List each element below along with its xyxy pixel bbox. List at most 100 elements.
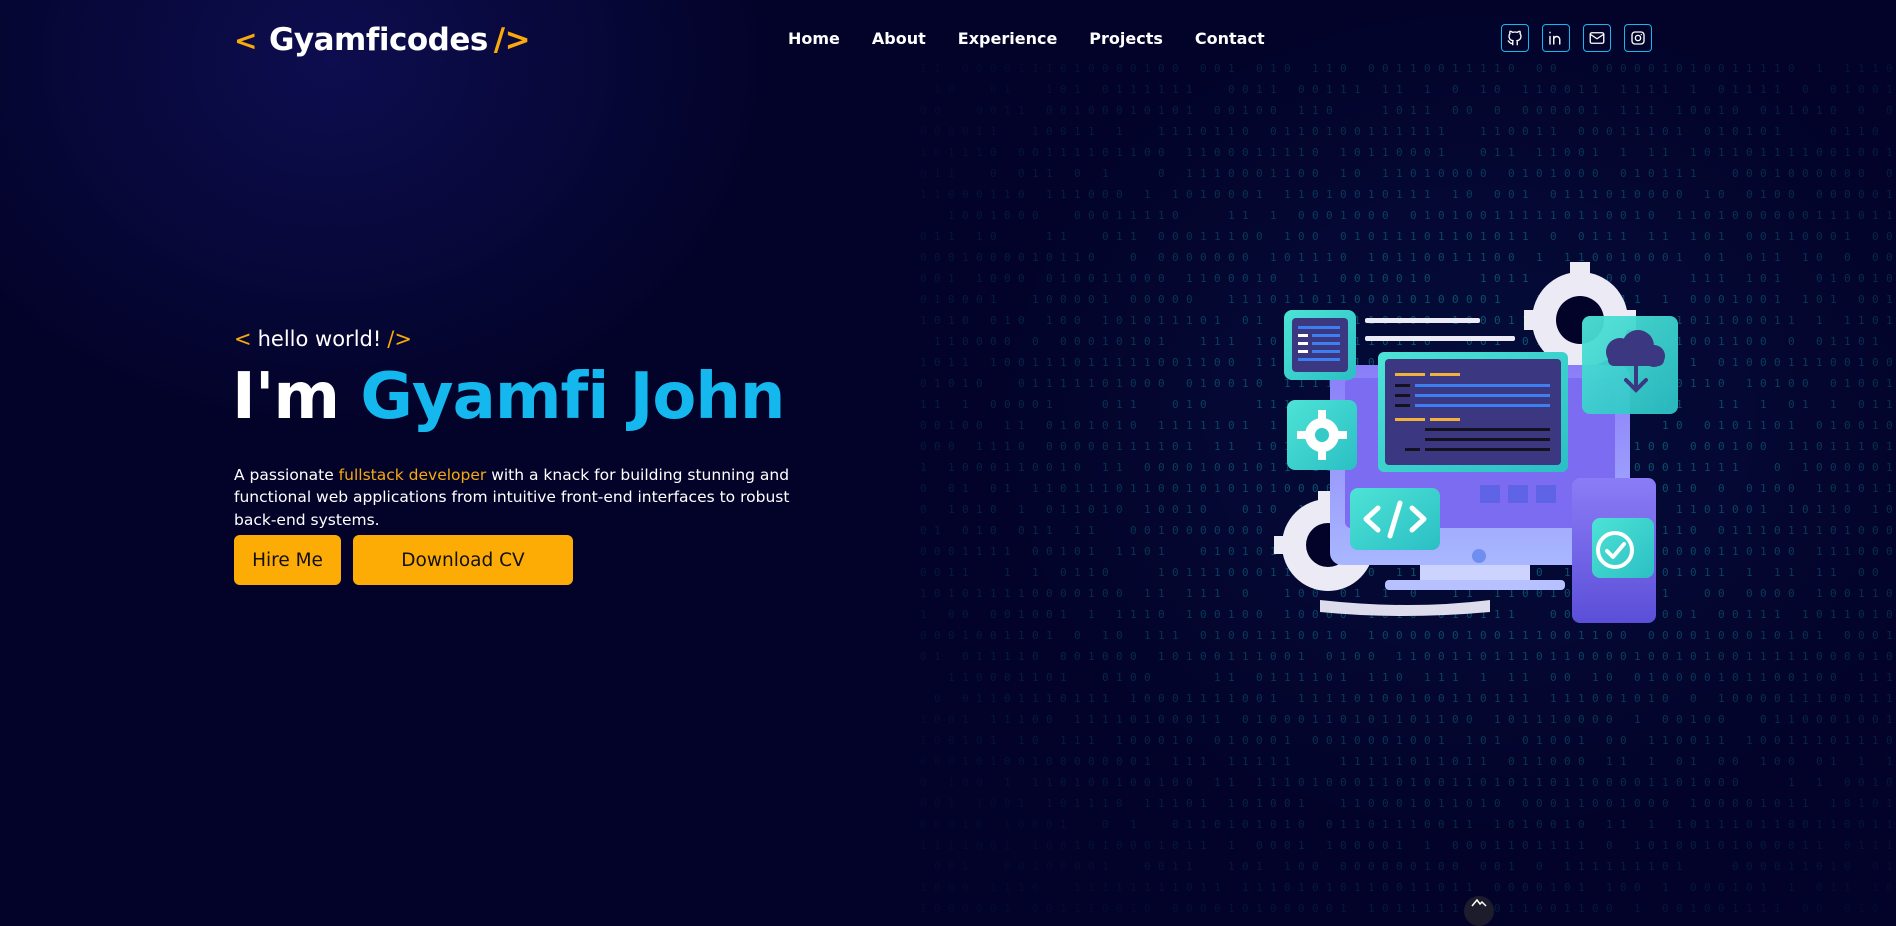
binary-digit: 1 [1536,755,1543,768]
binary-digit: 0 [1396,881,1403,894]
binary-digit: 0 [1508,755,1515,768]
binary-digit: 1 [1718,251,1725,264]
binary-digit: 0 [1256,167,1263,180]
binary-digit: 0 [1886,776,1893,789]
binary-digit: 1 [1788,566,1795,579]
binary-digit: 0 [1172,209,1179,222]
binary-digit: 0 [1774,356,1781,369]
binary-digit: 1 [1872,419,1879,432]
binary-digit: 0 [1606,125,1613,138]
binary-digit: 0 [1844,692,1851,705]
binary-digit: 1 [1032,566,1039,579]
binary-digit: 1 [1452,692,1459,705]
binary-digit: 0 [1298,818,1305,831]
binary-digit: 0 [962,524,969,537]
binary-digit: 0 [1858,545,1865,558]
binary-digit: 0 [1718,776,1725,789]
download-cv-button[interactable]: Download CV [353,535,573,585]
binary-digit: 0 [1648,188,1655,201]
binary-digit: 0 [1270,650,1277,663]
binary-digit: 1 [1494,692,1501,705]
binary-digit: 0 [1718,440,1725,453]
instagram-link[interactable] [1624,24,1652,52]
binary-digit: 0 [1592,62,1599,75]
binary-digit: 0 [1046,125,1053,138]
binary-digit: 0 [1438,692,1445,705]
binary-digit: 0 [1088,209,1095,222]
binary-digit: 1 [1760,818,1767,831]
binary-digit: 1 [990,356,997,369]
binary-digit: 1 [1004,566,1011,579]
binary-digit: 1 [948,776,955,789]
binary-digit: 1 [1032,692,1039,705]
binary-digit: 1 [1256,440,1263,453]
binary-digit: 0 [1774,461,1781,474]
binary-digit: 0 [1452,755,1459,768]
binary-digit: 0 [1830,188,1837,201]
binary-digit: 1 [1886,860,1893,873]
binary-digit: 1 [1466,755,1473,768]
binary-digit: 1 [1704,734,1711,747]
binary-digit: 1 [1200,356,1207,369]
binary-digit: 0 [1172,482,1179,495]
binary-digit: 0 [1242,566,1249,579]
binary-digit: 1 [1130,209,1137,222]
binary-digit: 0 [1214,272,1221,285]
bottom-logo-badge[interactable] [1464,896,1494,926]
binary-digit: 0 [1578,125,1585,138]
binary-digit: 1 [948,272,955,285]
binary-digit: 0 [1718,62,1725,75]
binary-digit: 1 [1844,146,1851,159]
tagline-close-bracket: /> [387,327,412,351]
binary-digit: 1 [1396,839,1403,852]
binary-digit: 1 [1466,650,1473,663]
binary-digit: 0 [1284,713,1291,726]
binary-digit: 0 [1116,755,1123,768]
nav-experience[interactable]: Experience [958,29,1058,48]
binary-digit: 1 [1676,650,1683,663]
binary-digit: 1 [1396,818,1403,831]
binary-digit: 0 [1298,860,1305,873]
linkedin-link[interactable] [1542,24,1570,52]
binary-digit: 0 [1074,335,1081,348]
binary-digit: 0 [948,125,955,138]
binary-digit: 0 [920,755,927,768]
binary-digit: 0 [1606,713,1613,726]
github-link[interactable] [1501,24,1529,52]
nav-about[interactable]: About [872,29,926,48]
binary-digit: 1 [1732,356,1739,369]
nav-home[interactable]: Home [788,29,840,48]
binary-digit: 0 [1214,251,1221,264]
binary-digit: 0 [1662,671,1669,684]
binary-digit: 0 [976,377,983,390]
email-link[interactable] [1583,24,1611,52]
binary-digit: 0 [1018,755,1025,768]
binary-digit: 1 [1088,650,1095,663]
site-logo[interactable]: < Gyamficodes /> [234,18,531,62]
binary-digit: 0 [1270,902,1277,914]
code-tag-icon [1350,488,1440,550]
binary-digit: 1 [1088,608,1095,621]
binary-digit: 1 [1186,608,1193,621]
binary-digit: 1 [1116,377,1123,390]
binary-digit: 1 [1746,125,1753,138]
binary-digit: 0 [1158,692,1165,705]
binary-digit: 0 [1718,902,1725,914]
binary-digit: 0 [1270,104,1277,117]
binary-digit: 0 [1060,125,1067,138]
binary-digit: 0 [1102,377,1109,390]
binary-digit: 1 [1158,629,1165,642]
binary-digit: 1 [1200,566,1207,579]
binary-digit: 0 [1788,167,1795,180]
binary-digit: 1 [1032,482,1039,495]
binary-digit: 0 [1466,209,1473,222]
binary-digit: 1 [1662,62,1669,75]
binary-digit: 1 [1242,482,1249,495]
binary-digit: 1 [1886,83,1893,96]
binary-digit: 0 [1228,188,1235,201]
nav-contact[interactable]: Contact [1195,29,1265,48]
binary-digit: 1 [962,566,969,579]
binary-digit: 1 [1564,188,1571,201]
hire-me-button[interactable]: Hire Me [234,535,341,585]
nav-projects[interactable]: Projects [1089,29,1163,48]
